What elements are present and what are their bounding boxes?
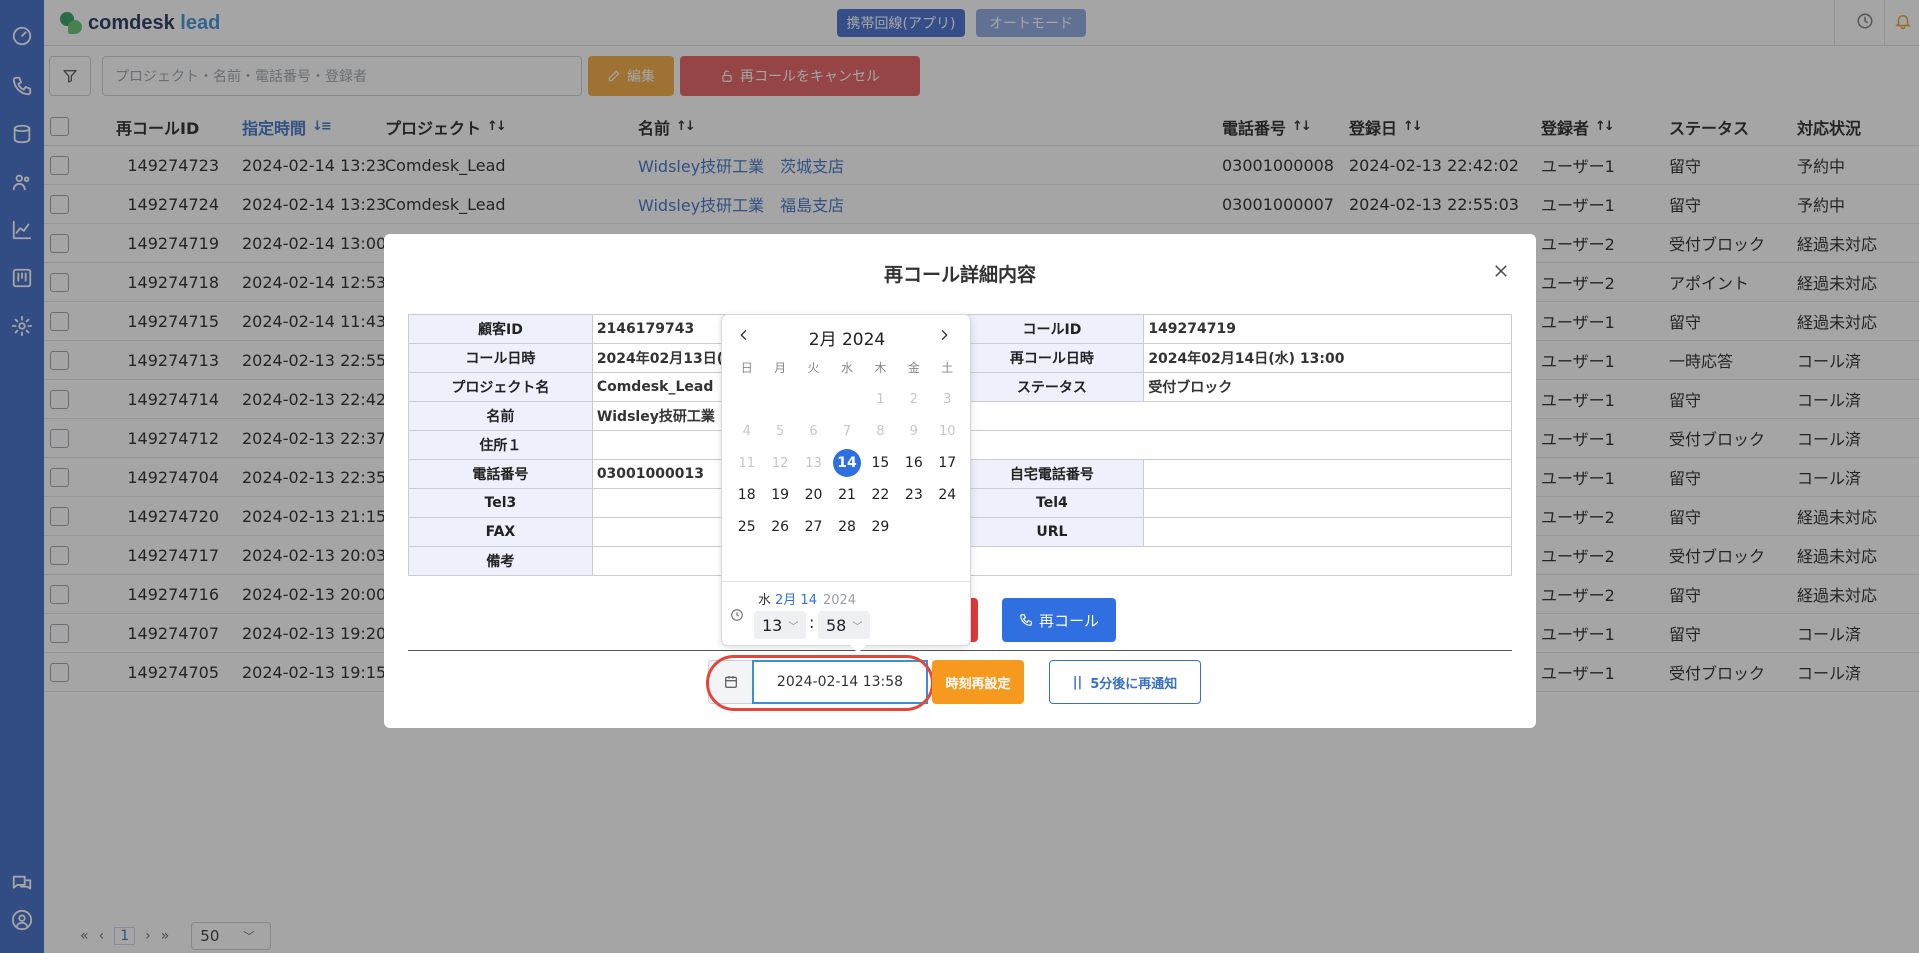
- day-cell[interactable]: 17: [931, 455, 964, 471]
- reset-time-button[interactable]: 時刻再設定: [932, 660, 1024, 704]
- field-label: 自宅電話番号: [959, 459, 1145, 489]
- day-cell: 6: [809, 423, 818, 439]
- day-cell[interactable]: 21: [830, 487, 863, 503]
- field-value: [1143, 459, 1512, 489]
- selected-year: 2024: [822, 593, 857, 608]
- next-month-icon[interactable]: [936, 327, 956, 347]
- modal-title: 再コール詳細内容: [883, 264, 1036, 286]
- field-label: 顧客ID: [408, 314, 593, 344]
- day-cell: 3: [943, 391, 952, 407]
- field-label: ステータス: [959, 372, 1145, 402]
- day-cell[interactable]: 14: [830, 449, 863, 477]
- empty-day-cell: 0: [797, 391, 830, 407]
- pause-icon: ||: [1072, 674, 1083, 690]
- date-picker-popup: 2月 2024 日月火水木金土 000012345678910111213141…: [721, 314, 972, 653]
- day-cell[interactable]: 26: [763, 519, 796, 535]
- chevron-down-icon: ﹀: [788, 621, 799, 633]
- field-label: URL: [959, 517, 1145, 547]
- weekday-label: 月: [774, 361, 787, 375]
- field-label: 備考: [408, 546, 593, 576]
- day-grid: 0000123456789101112131415161718192021222…: [730, 383, 964, 543]
- empty-day-cell: 0: [730, 391, 763, 407]
- week-row: 11 12 13 14 15 16 17: [730, 447, 964, 479]
- selected-weekday: 水: [758, 593, 772, 608]
- empty-day-cell: 0: [830, 391, 863, 407]
- month-year-label: 2月 2024: [808, 329, 886, 350]
- selected-date-summary: 水 2月 14 2024: [758, 589, 856, 608]
- time-separator: :: [809, 613, 815, 632]
- close-icon[interactable]: [1492, 262, 1510, 280]
- day-cell[interactable]: 27: [797, 519, 830, 535]
- day-cell[interactable]: 22: [864, 487, 897, 503]
- week-row: 4 5 6 7 8 9 10: [730, 415, 964, 447]
- day-cell: 4: [742, 423, 751, 439]
- selected-day[interactable]: 14: [832, 449, 861, 477]
- day-cell: 2: [909, 391, 918, 407]
- snooze-label: 5分後に再通知: [1090, 676, 1178, 692]
- weekday-header: 日月火水木金土: [730, 359, 964, 376]
- highlight-annotation: [706, 655, 934, 711]
- week-row: 18 19 20 21 22 23 24: [730, 479, 964, 511]
- picker-pointer: [850, 645, 866, 653]
- field-value: 受付ブロック: [1143, 372, 1512, 402]
- day-cell: 11: [738, 455, 755, 471]
- field-label: 再コール日時: [959, 343, 1145, 373]
- selected-month-day: 2月 14: [775, 593, 817, 608]
- weekday-label: 木: [874, 361, 887, 375]
- day-cell[interactable]: 18: [730, 487, 763, 503]
- day-cell: 10: [938, 423, 956, 439]
- field-label: FAX: [408, 517, 593, 547]
- day-cell[interactable]: 24: [931, 487, 964, 503]
- field-value: 149274719: [1143, 314, 1512, 344]
- field-label: 電話番号: [408, 459, 593, 489]
- field-label: Tel3: [408, 488, 593, 518]
- day-cell[interactable]: 28: [830, 519, 863, 535]
- day-cell: 8: [876, 423, 885, 439]
- field-label: コール日時: [408, 343, 593, 373]
- weekday-label: 火: [807, 361, 820, 375]
- day-cell: 5: [775, 423, 785, 439]
- field-label: プロジェクト名: [408, 372, 593, 402]
- weekday-label: 金: [907, 361, 920, 375]
- weekday-label: 土: [941, 361, 954, 375]
- weekday-label: 水: [840, 361, 853, 375]
- recall-button[interactable]: 再コール: [1002, 598, 1116, 642]
- day-cell[interactable]: 19: [763, 487, 796, 503]
- field-value: [1143, 488, 1512, 518]
- field-label: 名前: [408, 401, 593, 431]
- field-value: [1143, 517, 1512, 547]
- minute-value: 58: [826, 615, 847, 635]
- field-label: コールID: [959, 314, 1145, 344]
- day-cell: 1: [876, 391, 885, 407]
- weekday-label: 日: [740, 361, 753, 375]
- day-cell[interactable]: 16: [897, 455, 930, 471]
- week-row: 0000123: [730, 383, 964, 415]
- day-cell[interactable]: 29: [864, 519, 897, 535]
- hour-value: 13: [762, 615, 783, 635]
- snooze-5min-button[interactable]: || 5分後に再通知: [1049, 660, 1201, 704]
- modal-divider: [408, 650, 1512, 651]
- day-cell: 13: [805, 455, 822, 471]
- clock-icon: [730, 607, 744, 621]
- chevron-down-icon: ﹀: [852, 621, 863, 633]
- day-cell[interactable]: 15: [864, 455, 897, 471]
- recall-button-label: 再コール: [1038, 611, 1099, 630]
- week-row: 252627282900: [730, 511, 964, 543]
- day-cell[interactable]: 20: [797, 487, 830, 503]
- day-cell[interactable]: 23: [897, 487, 930, 503]
- field-value: 2024年02月14日(水) 13:00: [1143, 343, 1512, 373]
- empty-day-cell: 0: [763, 391, 796, 407]
- day-cell[interactable]: 25: [730, 519, 763, 535]
- picker-divider: [722, 581, 972, 582]
- hour-select[interactable]: 13 ﹀: [754, 611, 806, 639]
- minute-select[interactable]: 58 ﹀: [818, 611, 870, 639]
- day-cell: 7: [842, 423, 852, 439]
- day-cell: 9: [909, 423, 918, 439]
- day-cell: 12: [771, 455, 789, 471]
- empty-day-cell: 0: [897, 519, 930, 535]
- phone-icon: [1020, 614, 1032, 626]
- field-label: 住所１: [408, 430, 593, 460]
- empty-day-cell: 0: [931, 519, 964, 535]
- field-label: Tel4: [959, 488, 1145, 518]
